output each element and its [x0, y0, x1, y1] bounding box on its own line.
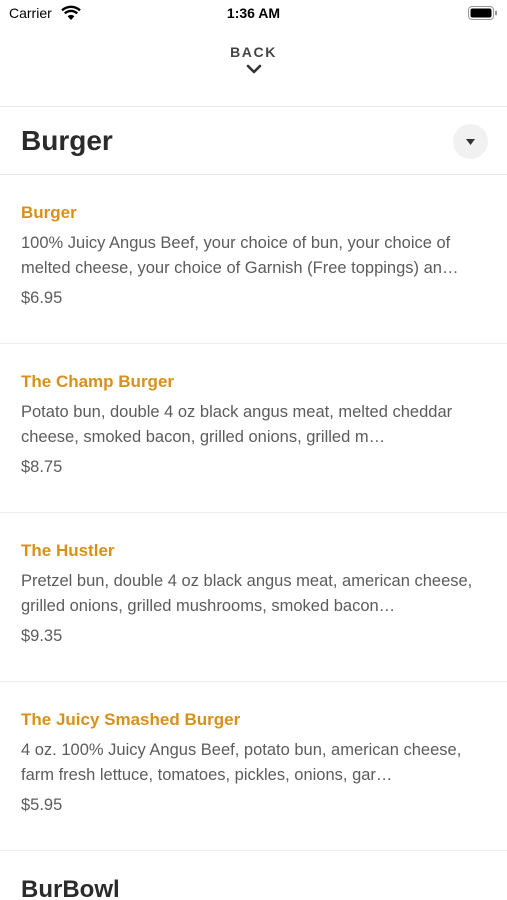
- item-price: $5.95: [21, 796, 63, 814]
- item-name: Burger: [21, 203, 77, 222]
- clock: 1:36 AM: [226, 5, 281, 21]
- back-label: BACK: [230, 44, 277, 60]
- category-header: Burger: [0, 108, 507, 174]
- item-description: Pretzel bun, double 4 oz black angus mea…: [21, 572, 473, 615]
- item-name: The Hustler: [21, 541, 115, 560]
- divider: [0, 106, 507, 107]
- caret-down-icon: [466, 139, 475, 145]
- menu-item[interactable]: The Hustler Pretzel bun, double 4 oz bla…: [0, 513, 507, 682]
- battery-icon: [468, 6, 497, 20]
- category-title: Burger: [21, 125, 113, 156]
- item-price: $6.95: [21, 289, 63, 307]
- item-description: Potato bun, double 4 oz black angus meat…: [21, 403, 453, 446]
- menu-item-list: Burger 100% Juicy Angus Beef, your choic…: [0, 175, 507, 851]
- menu-item[interactable]: The Juicy Smashed Burger 4 oz. 100% Juic…: [0, 682, 507, 851]
- menu-item[interactable]: The Champ Burger Potato bun, double 4 oz…: [0, 344, 507, 513]
- item-name: The Champ Burger: [21, 372, 175, 391]
- back-button[interactable]: BACK: [0, 44, 507, 94]
- category-dropdown-button[interactable]: [453, 124, 488, 159]
- menu-item[interactable]: Burger 100% Juicy Angus Beef, your choic…: [0, 175, 507, 344]
- item-description: 100% Juicy Angus Beef, your choice of bu…: [21, 234, 459, 277]
- item-price: $8.75: [21, 458, 63, 476]
- status-bar: Carrier 1:36 AM: [0, 0, 507, 28]
- item-description: 4 oz. 100% Juicy Angus Beef, potato bun,…: [21, 741, 462, 784]
- item-name: The Juicy Smashed Burger: [21, 710, 241, 729]
- item-price: $9.35: [21, 627, 63, 645]
- chevron-down-icon: [246, 64, 261, 74]
- next-category-title: BurBowl: [21, 876, 120, 900]
